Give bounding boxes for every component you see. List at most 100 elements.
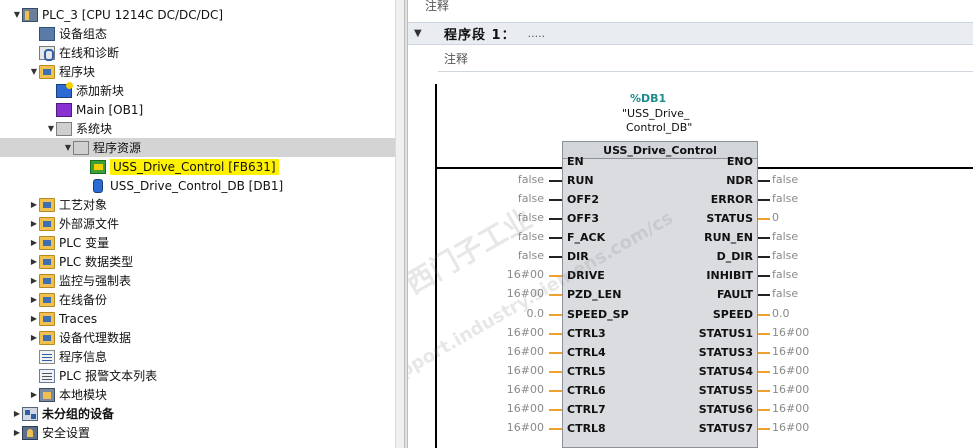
output-value[interactable]: false bbox=[772, 287, 798, 300]
tree-scrollbar[interactable] bbox=[395, 0, 404, 448]
output-value[interactable]: false bbox=[772, 192, 798, 205]
tree-item[interactable]: ▶ 工艺对象 bbox=[0, 195, 404, 214]
tree-item[interactable]: ▶ PLC 变量 bbox=[0, 233, 404, 252]
input-value[interactable]: false bbox=[408, 173, 544, 186]
tree-item[interactable]: ▶ 在线备份 bbox=[0, 290, 404, 309]
tree-item-label: 在线备份 bbox=[59, 293, 108, 307]
tree-item-label: 添加新块 bbox=[76, 84, 125, 98]
program-info-icon bbox=[39, 349, 55, 364]
tree-item-label: 设备组态 bbox=[59, 27, 108, 41]
tree-item-label: 程序信息 bbox=[59, 350, 108, 364]
input-value[interactable]: 16#00 bbox=[408, 345, 544, 358]
project-tree: ▼ PLC_3 [CPU 1214C DC/DC/DC] 设备组态在线和诊断 ▼ 程序块… bbox=[0, 0, 404, 448]
collapsed-arrow-icon[interactable]: ▶ bbox=[29, 252, 39, 271]
folder-icon bbox=[39, 254, 55, 269]
collapsed-arrow-icon[interactable]: ▶ bbox=[29, 309, 39, 328]
input-value[interactable]: 16#00 bbox=[408, 383, 544, 396]
collapsed-arrow-icon[interactable]: ▶ bbox=[29, 290, 39, 309]
input-value[interactable]: 16#00 bbox=[408, 326, 544, 339]
input-value[interactable]: 16#00 bbox=[408, 402, 544, 415]
input-wire bbox=[549, 218, 562, 220]
tree-item[interactable]: Main [OB1] bbox=[0, 100, 404, 119]
tree-item[interactable]: USS_Drive_Control [FB631] bbox=[0, 157, 404, 176]
output-wire bbox=[758, 237, 770, 239]
output-value[interactable]: 16#00 bbox=[772, 345, 809, 358]
input-wire bbox=[549, 294, 562, 296]
input-pin-off3: OFF3 bbox=[567, 212, 600, 225]
output-pin-status7: STATUS7 bbox=[698, 422, 753, 435]
tree-item[interactable]: ▶ 设备代理数据 bbox=[0, 328, 404, 347]
input-wire bbox=[549, 256, 562, 258]
expanded-arrow-icon[interactable]: ▼ bbox=[63, 138, 73, 157]
input-value[interactable]: 16#00 bbox=[408, 268, 544, 281]
expanded-arrow-icon[interactable]: ▼ bbox=[46, 119, 56, 138]
block-comment[interactable]: 注释 bbox=[425, 0, 449, 14]
tree-item[interactable]: ▶ 安全设置 bbox=[0, 423, 404, 442]
tree-item[interactable]: 在线和诊断 bbox=[0, 43, 404, 62]
output-value[interactable]: false bbox=[772, 173, 798, 186]
input-value[interactable]: false bbox=[408, 192, 544, 205]
tree-item[interactable]: ▶ 未分组的设备 bbox=[0, 404, 404, 423]
tree-item[interactable]: 设备组态 bbox=[0, 24, 404, 43]
collapsed-arrow-icon[interactable]: ▶ bbox=[29, 385, 39, 404]
tree-item-label: PLC 报警文本列表 bbox=[59, 369, 158, 383]
collapsed-arrow-icon[interactable]: ▶ bbox=[12, 404, 22, 423]
output-value[interactable]: 16#00 bbox=[772, 326, 809, 339]
collapsed-arrow-icon[interactable]: ▶ bbox=[29, 233, 39, 252]
tree-item[interactable]: ▼ 程序资源 bbox=[0, 138, 404, 157]
function-block-box[interactable]: USS_Drive_Control EN RUN OFF2 OFF3 F_ACK DIR D… bbox=[562, 141, 758, 448]
input-wire bbox=[549, 428, 562, 430]
tree-item[interactable]: ▶ 本地模块 bbox=[0, 385, 404, 404]
expanded-arrow-icon[interactable]: ▼ bbox=[29, 62, 39, 81]
output-value[interactable]: false bbox=[772, 230, 798, 243]
collapsed-arrow-icon[interactable]: ▶ bbox=[29, 328, 39, 347]
output-pin-d-dir: D_DIR bbox=[716, 250, 753, 263]
collapse-network-icon[interactable]: ▼ bbox=[414, 28, 428, 39]
tree-item[interactable]: ▼ 程序块 bbox=[0, 62, 404, 81]
tree-item[interactable]: ▶ PLC 数据类型 bbox=[0, 252, 404, 271]
tree-item[interactable]: 添加新块 bbox=[0, 81, 404, 100]
collapsed-arrow-icon[interactable]: ▶ bbox=[12, 423, 22, 442]
input-value[interactable]: 0.0 bbox=[408, 307, 545, 320]
network-header[interactable]: ▼ 程序段 1： ..... bbox=[408, 22, 973, 45]
input-pin-off2: OFF2 bbox=[567, 193, 600, 206]
tree-item[interactable]: ▼ PLC_3 [CPU 1214C DC/DC/DC] bbox=[0, 5, 404, 24]
expanded-arrow-icon[interactable]: ▼ bbox=[12, 5, 22, 24]
input-value[interactable]: 16#00 bbox=[408, 421, 544, 434]
output-wire bbox=[758, 352, 770, 354]
network-comment[interactable]: 注释 bbox=[438, 45, 973, 72]
tree-item[interactable]: ▶ 监控与强制表 bbox=[0, 271, 404, 290]
input-value[interactable]: false bbox=[408, 211, 544, 224]
output-value[interactable]: false bbox=[772, 268, 798, 281]
tree-item[interactable]: 程序信息 bbox=[0, 347, 404, 366]
collapsed-arrow-icon[interactable]: ▶ bbox=[29, 195, 39, 214]
input-value[interactable]: 16#00 bbox=[408, 287, 544, 300]
collapsed-arrow-icon[interactable]: ▶ bbox=[29, 214, 39, 233]
input-pin-speed-sp: SPEED_SP bbox=[567, 308, 629, 321]
input-value[interactable]: false bbox=[408, 249, 544, 262]
output-value[interactable]: 0 bbox=[772, 211, 779, 224]
input-pin-ctrl6: CTRL6 bbox=[567, 384, 606, 397]
output-value[interactable]: false bbox=[772, 249, 798, 262]
output-value[interactable]: 16#00 bbox=[772, 364, 809, 377]
collapsed-arrow-icon[interactable]: ▶ bbox=[29, 271, 39, 290]
output-wire bbox=[758, 428, 770, 430]
tree-item[interactable]: USS_Drive_Control_DB [DB1] bbox=[0, 176, 404, 195]
input-value[interactable]: 16#00 bbox=[408, 364, 544, 377]
output-wire bbox=[758, 314, 770, 316]
tree-item[interactable]: ▼ 系统块 bbox=[0, 119, 404, 138]
tree-item[interactable]: PLC 报警文本列表 bbox=[0, 366, 404, 385]
input-value[interactable]: false bbox=[408, 230, 544, 243]
output-value[interactable]: 16#00 bbox=[772, 383, 809, 396]
ladder-editor: 注释 ▼ 程序段 1： ..... 注释 %DB1 "USS_Drive_ Co… bbox=[408, 0, 973, 448]
tree-item[interactable]: ▶ 外部源文件 bbox=[0, 214, 404, 233]
output-value[interactable]: 16#00 bbox=[772, 402, 809, 415]
input-wire bbox=[549, 333, 562, 335]
network-name-placeholder[interactable]: ..... bbox=[528, 27, 545, 40]
tree-item[interactable]: ▶ Traces bbox=[0, 309, 404, 328]
output-value[interactable]: 16#00 bbox=[772, 421, 809, 434]
instance-db-address[interactable]: %DB1 bbox=[630, 92, 666, 105]
output-value[interactable]: 0.0 bbox=[772, 307, 790, 320]
